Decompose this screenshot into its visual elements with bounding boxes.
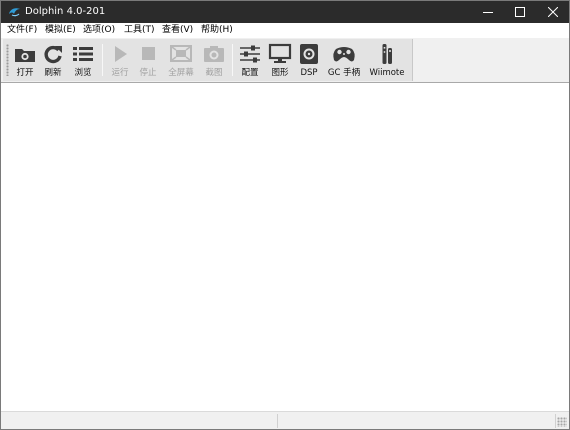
title-bar[interactable]: Dolphin 4.0-201 [1,1,569,23]
refresh-button[interactable]: 刷新 [39,41,67,81]
toolbar-separator [102,44,103,76]
graphics-monitor-icon [268,43,292,63]
config-sliders-icon [240,45,260,63]
status-separator [555,414,556,428]
menu-bar: 文件(F) 模拟(E) 选项(O) 工具(T) 查看(V) 帮助(H) [1,23,569,38]
config-button[interactable]: 配置 [235,41,265,81]
dolphin-window: Dolphin 4.0-201 文件(F) 模拟(E) 选项(O) 工具(T) … [0,0,570,430]
wiimote-button[interactable]: Wiimote [366,41,408,81]
status-separator [277,414,278,428]
play-icon [115,46,127,62]
refresh-label: 刷新 [44,68,62,78]
browse-list-icon [73,47,93,61]
menu-help[interactable]: 帮助(H) [201,24,233,37]
dolphin-icon [9,8,20,17]
fullscreen-icon [170,45,192,62]
dsp-speaker-icon [300,44,318,64]
game-list-area[interactable] [1,83,569,411]
screenshot-camera-icon [204,46,224,62]
play-button[interactable]: 运行 [106,41,134,81]
dsp-label: DSP [300,68,318,78]
minimize-button[interactable] [471,1,505,23]
main-toolbar: 打开 刷新 浏览 运行 停止 全屏幕 截图 配置 图形 DSP GC 手柄 Wi… [3,39,413,81]
wiimote-label: Wiimote [369,68,405,78]
resize-grip[interactable] [557,417,567,427]
open-folder-icon [15,49,35,62]
open-label: 打开 [16,68,34,78]
minimize-icon [483,12,493,13]
screenshot-button[interactable]: 截图 [199,41,229,81]
play-label: 运行 [111,68,129,78]
browse-label: 浏览 [74,68,92,78]
gamecube-controller-icon [333,47,355,62]
wiimote-icon [382,44,392,64]
menu-view[interactable]: 查看(V) [162,24,193,37]
gc-controller-button[interactable]: GC 手柄 [323,41,365,81]
refresh-icon [44,45,62,64]
fullscreen-label: 全屏幕 [168,68,194,78]
stop-button[interactable]: 停止 [134,41,162,81]
stop-label: 停止 [139,68,157,78]
menu-tools[interactable]: 工具(T) [124,24,155,37]
graphics-button[interactable]: 图形 [265,41,295,81]
fullscreen-button[interactable]: 全屏幕 [163,41,199,81]
config-label: 配置 [241,68,259,78]
gc-controller-label: GC 手柄 [327,68,361,78]
browse-button[interactable]: 浏览 [67,41,99,81]
screenshot-label: 截图 [205,68,223,78]
close-button[interactable] [536,1,569,23]
stop-icon [142,47,155,60]
open-button[interactable]: 打开 [11,41,39,81]
maximize-button[interactable] [503,1,537,23]
status-bar [1,411,569,429]
toolbar-area: 打开 刷新 浏览 运行 停止 全屏幕 截图 配置 图形 DSP GC 手柄 Wi… [1,38,569,83]
close-icon [548,7,558,17]
menu-file[interactable]: 文件(F) [7,24,37,37]
window-title: Dolphin 4.0-201 [25,6,106,17]
toolbar-separator [232,44,233,76]
menu-emulation[interactable]: 模拟(E) [45,24,76,37]
dsp-button[interactable]: DSP [295,41,323,81]
maximize-icon [515,7,525,17]
menu-options[interactable]: 选项(O) [83,24,115,37]
graphics-label: 图形 [271,68,289,78]
toolbar-grip[interactable] [6,44,9,76]
